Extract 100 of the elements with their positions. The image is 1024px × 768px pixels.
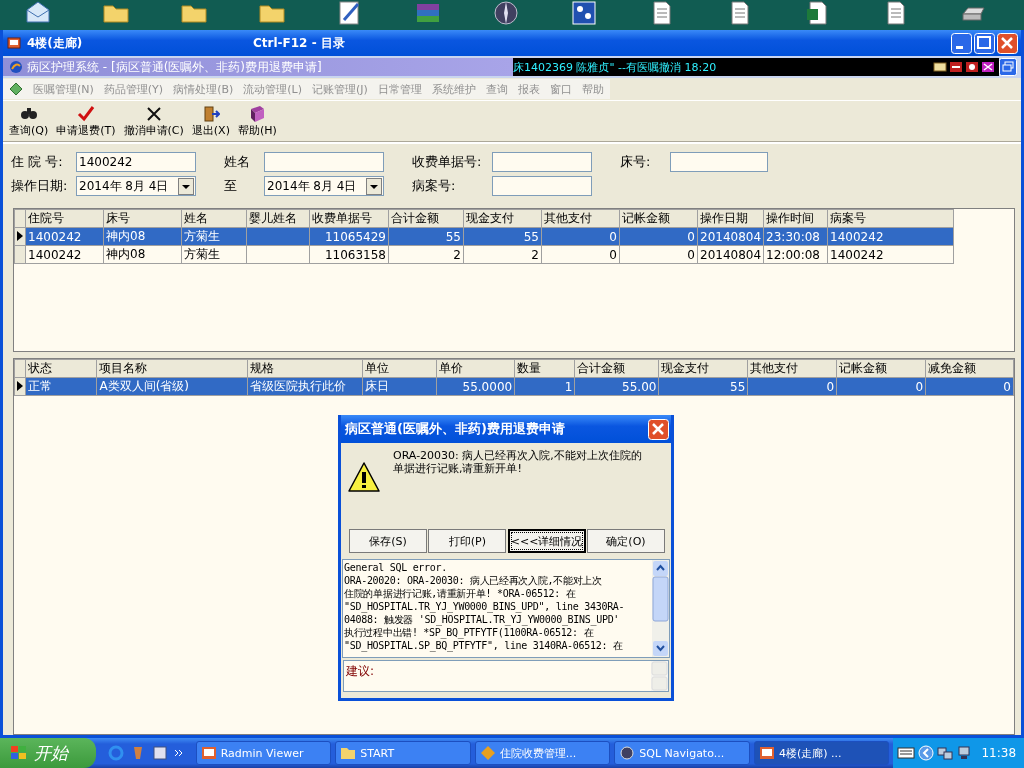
table-cell: 神内08 [103, 245, 182, 264]
table-cell: 0 [541, 245, 620, 264]
column-header[interactable]: 其他支付 [747, 359, 837, 378]
input-field[interactable] [264, 152, 384, 172]
grid-icon[interactable] [570, 0, 598, 26]
taskbar-button[interactable]: SQL Navigato... [614, 741, 750, 765]
scrollbar [651, 661, 668, 691]
table-cell: 方菊生 [181, 245, 247, 264]
table-cell: 2 [388, 245, 464, 264]
dialog-button[interactable]: <<<详细情况 [507, 529, 586, 553]
date-picker[interactable]: 2014年 8月 4日 [76, 176, 196, 196]
dialog-button[interactable]: 确定(O) [587, 529, 665, 553]
field-label: 收费单据号: [412, 153, 483, 171]
field-label: 至 [224, 177, 238, 195]
date-picker[interactable]: 2014年 8月 4日 [264, 176, 384, 196]
toolbar-button[interactable]: 退出(X) [189, 104, 232, 138]
column-header[interactable]: 单价 [436, 359, 515, 378]
column-header[interactable]: 减免金额 [925, 359, 1014, 378]
restore-button[interactable] [999, 58, 1017, 76]
network-icon[interactable] [937, 745, 954, 761]
dialog-button[interactable]: 保存(S) [349, 529, 427, 553]
table-row[interactable]: 1400242 神内08 方菊生 11063158 2 2 0 0 20140804 12:00:08 1400242 [14, 245, 954, 264]
scrollbar[interactable] [652, 560, 669, 657]
child-window-title: 病区护理系统 - [病区普通(医嘱外、非药)费用退费申请] [27, 58, 322, 76]
table-row[interactable]: 正常 A类双人间(省级) 省级医院执行此价 床日 55.0000 1 55.00 55 0 0 0 [14, 377, 1014, 396]
book-icon [248, 104, 267, 123]
input-field[interactable] [492, 176, 592, 196]
compass-icon[interactable] [492, 0, 520, 26]
column-header[interactable]: 婴儿姓名 [246, 209, 310, 228]
toolbar-button[interactable]: 申请退费(T) [54, 104, 118, 138]
field-label: 姓名 [224, 153, 251, 171]
table-cell: 20140804 [697, 245, 764, 264]
toolbar-button[interactable]: 帮助(H) [235, 104, 279, 138]
envelope-icon[interactable] [24, 0, 52, 26]
minimize-button[interactable] [951, 32, 972, 54]
table-cell: 11063158 [309, 245, 389, 264]
column-header[interactable]: 病案号 [827, 209, 954, 228]
column-header[interactable]: 合计金额 [388, 209, 464, 228]
taskbar-button[interactable]: 住院收费管理... [474, 741, 611, 765]
marquee-text: 床1402369 陈雅贞" --有医嘱撤消 18:20 [513, 59, 717, 75]
field-label: 住 院 号: [11, 153, 64, 171]
close-button[interactable] [997, 32, 1018, 54]
column-header[interactable]: 现金支付 [463, 209, 542, 228]
column-header[interactable]: 姓名 [181, 209, 247, 228]
column-header[interactable]: 收费单据号 [309, 209, 389, 228]
monitor-icon[interactable] [956, 745, 973, 761]
windows-logo-icon [10, 745, 28, 761]
row-header [14, 209, 26, 228]
diamond-icon [9, 82, 23, 96]
column-header[interactable]: 其他支付 [541, 209, 620, 228]
table-cell: 0 [619, 245, 698, 264]
column-header[interactable]: 数量 [514, 359, 575, 378]
desktop-icon[interactable] [151, 745, 168, 761]
app-icon [7, 36, 21, 50]
input-field[interactable] [670, 152, 768, 172]
column-header[interactable]: 状态 [25, 359, 97, 378]
notification-icon[interactable] [981, 60, 995, 74]
taskbar-button[interactable]: 4楼(走廊) ... [753, 741, 890, 765]
notification-icon[interactable] [949, 60, 963, 74]
column-header[interactable]: 项目名称 [96, 359, 248, 378]
column-header[interactable]: 操作日期 [697, 209, 764, 228]
chevron-icon[interactable] [173, 748, 184, 758]
taskbar-button[interactable]: Radmin Viewer [195, 741, 332, 765]
column-header[interactable]: 操作时间 [763, 209, 828, 228]
details-text-area[interactable] [342, 559, 670, 658]
toolbar-button[interactable]: 查询(Q) [7, 104, 51, 138]
maximize-button[interactable] [974, 32, 995, 54]
row-header [14, 359, 26, 378]
column-header[interactable]: 合计金额 [574, 359, 659, 378]
input-field[interactable]: 1400242 [76, 152, 196, 172]
warning-icon [347, 461, 381, 493]
app-icon [9, 60, 23, 74]
chevron-icon[interactable] [918, 745, 935, 761]
suggestion-label: 建议: [345, 663, 376, 680]
notification-icon[interactable] [933, 60, 947, 74]
notification-icon[interactable] [965, 60, 979, 74]
taskbar-button[interactable]: START [335, 741, 471, 765]
close-button[interactable] [648, 418, 669, 440]
dialog-title: 病区普通(医嘱外、非药)费用退费申请 [345, 420, 565, 438]
clock: 11:38 [981, 746, 1017, 760]
check-icon [76, 104, 95, 123]
column-header[interactable]: 住院号 [25, 209, 104, 228]
column-header[interactable]: 记帐金额 [619, 209, 698, 228]
column-header[interactable]: 单位 [362, 359, 437, 378]
toolbar-button[interactable]: 撤消申请(C) [121, 104, 186, 138]
table-cell: 1400242 [827, 245, 954, 264]
keyboard-icon[interactable] [897, 746, 916, 760]
table-row[interactable]: 1400242 神内08 方菊生 11065429 55 55 0 0 20140804 23:30:08 1400242 [14, 227, 954, 246]
dialog-button[interactable]: 打印(P) [428, 529, 507, 553]
input-field[interactable] [492, 152, 592, 172]
table-cell: 1400242 [25, 245, 104, 264]
suggestion-text-area[interactable]: 建议: [343, 660, 669, 692]
field-label: 病案号: [412, 177, 457, 195]
window-title: 4楼(走廊) [27, 34, 84, 52]
column-header[interactable]: 现金支付 [658, 359, 748, 378]
column-header[interactable]: 记帐金额 [836, 359, 926, 378]
column-header[interactable]: 规格 [247, 359, 363, 378]
field-label: 床号: [620, 153, 652, 171]
column-header[interactable]: 床号 [103, 209, 182, 228]
table-cell: 2 [463, 245, 542, 264]
